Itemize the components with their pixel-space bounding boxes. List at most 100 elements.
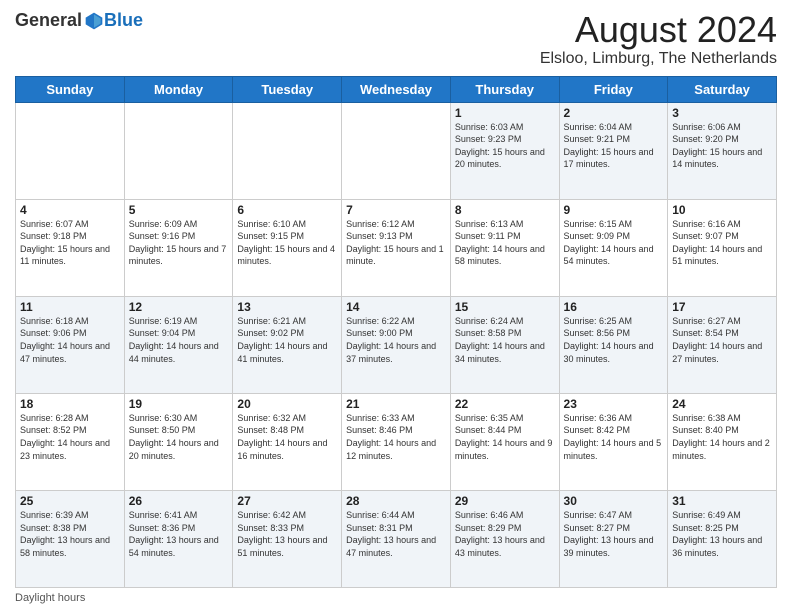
day-number: 15 xyxy=(455,300,555,314)
day-number: 22 xyxy=(455,397,555,411)
day-number: 11 xyxy=(20,300,120,314)
calendar-week-row: 4Sunrise: 6:07 AMSunset: 9:18 PMDaylight… xyxy=(16,199,777,296)
logo: General Blue xyxy=(15,10,143,31)
day-number: 24 xyxy=(672,397,772,411)
day-number: 19 xyxy=(129,397,229,411)
day-number: 1 xyxy=(455,106,555,120)
calendar-cell: 1Sunrise: 6:03 AMSunset: 9:23 PMDaylight… xyxy=(450,102,559,199)
day-number: 30 xyxy=(564,494,664,508)
calendar-cell: 14Sunrise: 6:22 AMSunset: 9:00 PMDayligh… xyxy=(342,296,451,393)
calendar-day-header: Wednesday xyxy=(342,76,451,102)
calendar-cell: 29Sunrise: 6:46 AMSunset: 8:29 PMDayligh… xyxy=(450,490,559,587)
day-info: Sunrise: 6:42 AMSunset: 8:33 PMDaylight:… xyxy=(237,509,337,559)
calendar-day-header: Saturday xyxy=(668,76,777,102)
day-number: 10 xyxy=(672,203,772,217)
calendar-day-header: Thursday xyxy=(450,76,559,102)
calendar-week-row: 1Sunrise: 6:03 AMSunset: 9:23 PMDaylight… xyxy=(16,102,777,199)
day-number: 17 xyxy=(672,300,772,314)
calendar-cell: 30Sunrise: 6:47 AMSunset: 8:27 PMDayligh… xyxy=(559,490,668,587)
day-info: Sunrise: 6:10 AMSunset: 9:15 PMDaylight:… xyxy=(237,218,337,268)
calendar-cell: 27Sunrise: 6:42 AMSunset: 8:33 PMDayligh… xyxy=(233,490,342,587)
day-number: 8 xyxy=(455,203,555,217)
daylight-label: Daylight hours xyxy=(15,592,85,604)
main-title: August 2024 xyxy=(540,10,777,50)
day-info: Sunrise: 6:44 AMSunset: 8:31 PMDaylight:… xyxy=(346,509,446,559)
calendar-week-row: 11Sunrise: 6:18 AMSunset: 9:06 PMDayligh… xyxy=(16,296,777,393)
calendar-day-header: Tuesday xyxy=(233,76,342,102)
day-number: 5 xyxy=(129,203,229,217)
logo-general-text: General xyxy=(15,10,82,31)
day-number: 26 xyxy=(129,494,229,508)
calendar-cell: 17Sunrise: 6:27 AMSunset: 8:54 PMDayligh… xyxy=(668,296,777,393)
calendar-cell: 2Sunrise: 6:04 AMSunset: 9:21 PMDaylight… xyxy=(559,102,668,199)
day-info: Sunrise: 6:27 AMSunset: 8:54 PMDaylight:… xyxy=(672,315,772,365)
day-info: Sunrise: 6:21 AMSunset: 9:02 PMDaylight:… xyxy=(237,315,337,365)
day-info: Sunrise: 6:32 AMSunset: 8:48 PMDaylight:… xyxy=(237,412,337,462)
day-info: Sunrise: 6:47 AMSunset: 8:27 PMDaylight:… xyxy=(564,509,664,559)
calendar-cell xyxy=(124,102,233,199)
day-info: Sunrise: 6:06 AMSunset: 9:20 PMDaylight:… xyxy=(672,121,772,171)
day-number: 6 xyxy=(237,203,337,217)
calendar-cell: 4Sunrise: 6:07 AMSunset: 9:18 PMDaylight… xyxy=(16,199,125,296)
calendar-week-row: 18Sunrise: 6:28 AMSunset: 8:52 PMDayligh… xyxy=(16,393,777,490)
calendar-cell: 24Sunrise: 6:38 AMSunset: 8:40 PMDayligh… xyxy=(668,393,777,490)
logo-icon xyxy=(84,11,104,31)
day-number: 25 xyxy=(20,494,120,508)
day-number: 20 xyxy=(237,397,337,411)
day-number: 27 xyxy=(237,494,337,508)
day-info: Sunrise: 6:38 AMSunset: 8:40 PMDaylight:… xyxy=(672,412,772,462)
day-number: 31 xyxy=(672,494,772,508)
calendar-week-row: 25Sunrise: 6:39 AMSunset: 8:38 PMDayligh… xyxy=(16,490,777,587)
calendar-cell xyxy=(233,102,342,199)
calendar-cell: 18Sunrise: 6:28 AMSunset: 8:52 PMDayligh… xyxy=(16,393,125,490)
day-info: Sunrise: 6:03 AMSunset: 9:23 PMDaylight:… xyxy=(455,121,555,171)
calendar-cell: 8Sunrise: 6:13 AMSunset: 9:11 PMDaylight… xyxy=(450,199,559,296)
day-number: 3 xyxy=(672,106,772,120)
day-number: 7 xyxy=(346,203,446,217)
calendar-cell: 28Sunrise: 6:44 AMSunset: 8:31 PMDayligh… xyxy=(342,490,451,587)
day-number: 16 xyxy=(564,300,664,314)
day-info: Sunrise: 6:35 AMSunset: 8:44 PMDaylight:… xyxy=(455,412,555,462)
day-number: 28 xyxy=(346,494,446,508)
calendar-cell: 5Sunrise: 6:09 AMSunset: 9:16 PMDaylight… xyxy=(124,199,233,296)
calendar-day-header: Monday xyxy=(124,76,233,102)
calendar-cell: 3Sunrise: 6:06 AMSunset: 9:20 PMDaylight… xyxy=(668,102,777,199)
calendar-cell: 13Sunrise: 6:21 AMSunset: 9:02 PMDayligh… xyxy=(233,296,342,393)
day-info: Sunrise: 6:13 AMSunset: 9:11 PMDaylight:… xyxy=(455,218,555,268)
day-number: 4 xyxy=(20,203,120,217)
calendar-cell: 19Sunrise: 6:30 AMSunset: 8:50 PMDayligh… xyxy=(124,393,233,490)
calendar-cell: 12Sunrise: 6:19 AMSunset: 9:04 PMDayligh… xyxy=(124,296,233,393)
calendar-cell xyxy=(16,102,125,199)
footer: Daylight hours xyxy=(15,592,777,604)
day-info: Sunrise: 6:46 AMSunset: 8:29 PMDaylight:… xyxy=(455,509,555,559)
subtitle: Elsloo, Limburg, The Netherlands xyxy=(540,50,777,68)
calendar-cell: 26Sunrise: 6:41 AMSunset: 8:36 PMDayligh… xyxy=(124,490,233,587)
day-number: 9 xyxy=(564,203,664,217)
calendar-cell: 11Sunrise: 6:18 AMSunset: 9:06 PMDayligh… xyxy=(16,296,125,393)
day-info: Sunrise: 6:30 AMSunset: 8:50 PMDaylight:… xyxy=(129,412,229,462)
day-info: Sunrise: 6:22 AMSunset: 9:00 PMDaylight:… xyxy=(346,315,446,365)
day-info: Sunrise: 6:15 AMSunset: 9:09 PMDaylight:… xyxy=(564,218,664,268)
calendar-cell: 25Sunrise: 6:39 AMSunset: 8:38 PMDayligh… xyxy=(16,490,125,587)
day-info: Sunrise: 6:07 AMSunset: 9:18 PMDaylight:… xyxy=(20,218,120,268)
day-info: Sunrise: 6:28 AMSunset: 8:52 PMDaylight:… xyxy=(20,412,120,462)
title-block: August 2024 Elsloo, Limburg, The Netherl… xyxy=(540,10,777,68)
day-number: 14 xyxy=(346,300,446,314)
day-info: Sunrise: 6:19 AMSunset: 9:04 PMDaylight:… xyxy=(129,315,229,365)
logo-blue-text: Blue xyxy=(104,10,143,31)
calendar-cell: 16Sunrise: 6:25 AMSunset: 8:56 PMDayligh… xyxy=(559,296,668,393)
day-info: Sunrise: 6:24 AMSunset: 8:58 PMDaylight:… xyxy=(455,315,555,365)
calendar-cell: 6Sunrise: 6:10 AMSunset: 9:15 PMDaylight… xyxy=(233,199,342,296)
calendar-day-header: Friday xyxy=(559,76,668,102)
day-info: Sunrise: 6:33 AMSunset: 8:46 PMDaylight:… xyxy=(346,412,446,462)
header: General Blue August 2024 Elsloo, Limburg… xyxy=(15,10,777,68)
day-info: Sunrise: 6:25 AMSunset: 8:56 PMDaylight:… xyxy=(564,315,664,365)
calendar-cell: 20Sunrise: 6:32 AMSunset: 8:48 PMDayligh… xyxy=(233,393,342,490)
day-info: Sunrise: 6:41 AMSunset: 8:36 PMDaylight:… xyxy=(129,509,229,559)
calendar-cell: 23Sunrise: 6:36 AMSunset: 8:42 PMDayligh… xyxy=(559,393,668,490)
calendar-cell: 9Sunrise: 6:15 AMSunset: 9:09 PMDaylight… xyxy=(559,199,668,296)
day-number: 23 xyxy=(564,397,664,411)
day-number: 2 xyxy=(564,106,664,120)
calendar-cell: 31Sunrise: 6:49 AMSunset: 8:25 PMDayligh… xyxy=(668,490,777,587)
calendar-header-row: SundayMondayTuesdayWednesdayThursdayFrid… xyxy=(16,76,777,102)
